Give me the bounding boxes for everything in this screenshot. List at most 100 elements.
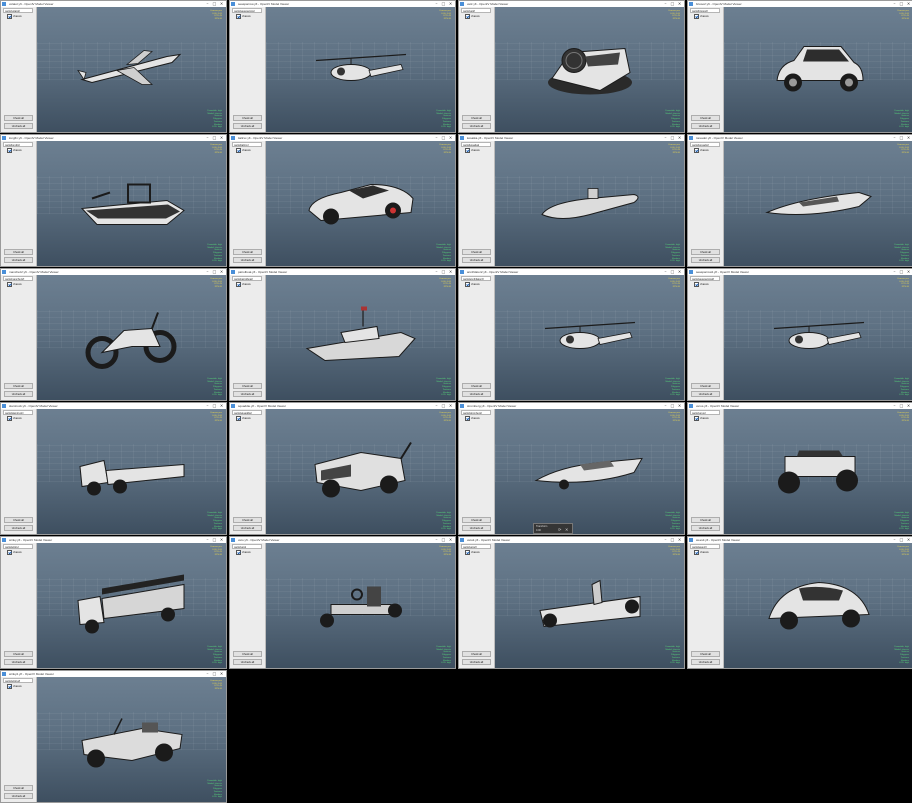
uncheck-all-button[interactable]: Uncheck all [691,525,720,531]
check-all-button[interactable]: Check all [233,249,262,255]
3d-viewport[interactable]: Camera pos 0.00, 0.00 FOV 45 FPS 60 Drawabl… [495,7,684,132]
checkbox-icon[interactable] [236,14,241,19]
checkbox-icon[interactable] [7,550,12,555]
model-viewer-window[interactable]: winky2.yft - OpenIV Model Viewer – □ ✕ p… [0,670,227,803]
part-checkbox-row[interactable]: chassis [465,14,480,19]
model-viewer-window[interactable]: longfin.yft - OpenIV Model Viewer – □ ✕ … [0,134,227,267]
checkbox-icon[interactable] [7,684,12,689]
model-parts-field[interactable]: parts[seasparrow] [232,8,262,13]
3d-viewport[interactable]: Camera pos 0.00, 0.00 FOV 45 FPS 60 Drawabl… [266,409,455,534]
checkbox-icon[interactable] [236,550,241,555]
check-all-button[interactable]: Check all [233,115,262,121]
checkbox-icon[interactable] [236,282,241,287]
check-all-button[interactable]: Check all [4,785,33,791]
part-checkbox-row[interactable]: chassis [236,14,251,19]
part-checkbox-row[interactable]: chassis [236,148,251,153]
part-checkbox-row[interactable]: chassis [236,416,251,421]
model-viewer-window[interactable]: kosatka.yft - OpenIV Model Viewer – □ ✕ … [458,134,685,267]
model-viewer-window[interactable]: manchez2.yft - OpenIV Model Viewer – □ ✕… [0,268,227,401]
check-all-button[interactable]: Check all [691,383,720,389]
model-parts-field[interactable]: parts[italirsx] [232,142,262,147]
model-parts-field[interactable]: parts[verus] [690,410,720,415]
3d-viewport[interactable]: Camera pos 0.00, 0.00 FOV 45 FPS 60 Drawabl… [724,7,912,132]
check-all-button[interactable]: Check all [233,651,262,657]
3d-viewport[interactable]: Camera pos 0.00, 0.00 FOV 45 FPS 60 Drawabl… [724,543,912,668]
check-all-button[interactable]: Check all [233,383,262,389]
model-parts-field[interactable]: parts[annihilator2] [461,276,491,281]
uncheck-all-button[interactable]: Uncheck all [462,123,491,129]
3d-viewport[interactable]: Camera pos 0.00, 0.00 FOV 45 FPS 60 Drawabl… [37,141,226,266]
model-parts-field[interactable]: parts[volatol] [3,8,33,13]
model-parts-field[interactable]: parts[winky] [3,544,33,549]
model-viewer-window[interactable]: volatol.yft - OpenIV Model Viewer – □ ✕ … [0,0,227,133]
model-parts-field[interactable]: parts[brioso2] [690,8,720,13]
model-viewer-window[interactable]: squaddie.yft - OpenIV Model Viewer – □ ✕… [229,402,456,535]
part-checkbox-row[interactable]: chassis [694,282,709,287]
model-parts-field[interactable]: parts[veto] [232,544,262,549]
model-parts-field[interactable]: parts[slamtruck] [3,410,33,415]
3d-viewport[interactable]: Camera pos 0.00, 0.00 FOV 45 FPS 60 Drawabl… [495,275,684,400]
uncheck-all-button[interactable]: Uncheck all [233,391,262,397]
check-all-button[interactable]: Check all [4,383,33,389]
uncheck-all-button[interactable]: Uncheck all [233,525,262,531]
3d-viewport[interactable]: Camera pos 0.00, 0.00 FOV 45 FPS 60 Drawabl… [266,543,455,668]
model-parts-field[interactable]: parts[stromberg] [461,410,491,415]
part-checkbox-row[interactable]: chassis [7,148,22,153]
model-parts-field[interactable]: parts[vetir] [461,8,491,13]
uncheck-all-button[interactable]: Uncheck all [4,659,33,665]
model-parts-field[interactable]: parts[manchez2] [3,276,33,281]
3d-viewport[interactable]: Camera pos 0.00, 0.00 FOV 45 FPS 60 Drawabl… [495,543,684,668]
check-all-button[interactable]: Check all [4,115,33,121]
uncheck-all-button[interactable]: Uncheck all [4,391,33,397]
uncheck-all-button[interactable]: Uncheck all [691,257,720,263]
model-parts-field[interactable]: parts[longfin] [3,142,33,147]
part-checkbox-row[interactable]: chassis [694,148,709,153]
checkbox-icon[interactable] [236,416,241,421]
3d-viewport[interactable]: Camera pos 0.00, 0.00 FOV 45 FPS 60 Drawabl… [495,409,684,534]
uncheck-all-button[interactable]: Uncheck all [233,123,262,129]
3d-viewport[interactable]: Camera pos 0.00, 0.00 FOV 45 FPS 60 Drawabl… [266,141,455,266]
checkbox-icon[interactable] [7,282,12,287]
check-all-button[interactable]: Check all [462,651,491,657]
part-checkbox-row[interactable]: chassis [236,550,251,555]
3d-viewport[interactable]: Camera pos 0.00, 0.00 FOV 45 FPS 60 Drawabl… [724,409,912,534]
model-parts-field[interactable]: parts[veto2] [461,544,491,549]
checkbox-icon[interactable] [465,550,470,555]
uncheck-all-button[interactable]: Uncheck all [691,123,720,129]
part-checkbox-row[interactable]: chassis [465,550,480,555]
uncheck-all-button[interactable]: Uncheck all [691,391,720,397]
check-all-button[interactable]: Check all [4,651,33,657]
model-viewer-window[interactable]: veto.yft - OpenIV Model Viewer – □ ✕ par… [229,536,456,669]
check-all-button[interactable]: Check all [462,383,491,389]
part-checkbox-row[interactable]: chassis [236,282,251,287]
part-checkbox-row[interactable]: chassis [465,282,480,287]
model-parts-field[interactable]: parts[winky2] [3,678,33,683]
part-checkbox-row[interactable]: chassis [7,416,22,421]
reset-icon[interactable]: ✕ [565,527,568,532]
part-checkbox-row[interactable]: chassis [465,416,480,421]
uncheck-all-button[interactable]: Uncheck all [462,525,491,531]
model-parts-field[interactable]: parts[seasparrow2] [690,276,720,281]
part-checkbox-row[interactable]: chassis [7,282,22,287]
check-all-button[interactable]: Check all [4,249,33,255]
3d-viewport[interactable]: Camera pos 0.00, 0.00 FOV 45 FPS 60 Drawabl… [266,7,455,132]
model-viewer-window[interactable]: stromberg.yft - OpenIV Model Viewer – □ … [458,402,685,535]
checkbox-icon[interactable] [694,14,699,19]
model-viewer-window[interactable]: toreador.yft - OpenIV Model Viewer – □ ✕… [687,134,912,267]
checkbox-icon[interactable] [694,148,699,153]
check-all-button[interactable]: Check all [691,249,720,255]
checkbox-icon[interactable] [694,550,699,555]
check-all-button[interactable]: Check all [691,517,720,523]
part-checkbox-row[interactable]: chassis [7,550,22,555]
3d-viewport[interactable]: Camera pos 0.00, 0.00 FOV 45 FPS 60 Drawabl… [495,141,684,266]
part-checkbox-row[interactable]: chassis [694,550,709,555]
model-parts-field[interactable]: parts[squaddie] [232,410,262,415]
check-all-button[interactable]: Check all [462,517,491,523]
checkbox-icon[interactable] [465,416,470,421]
check-all-button[interactable]: Check all [233,517,262,523]
3d-viewport[interactable]: Camera pos 0.00, 0.00 FOV 45 FPS 60 Drawabl… [724,141,912,266]
uncheck-all-button[interactable]: Uncheck all [4,123,33,129]
check-all-button[interactable]: Check all [462,115,491,121]
transform-value[interactable]: 0.00 [536,529,541,532]
rotate-icon[interactable]: ⟳ [558,527,561,532]
